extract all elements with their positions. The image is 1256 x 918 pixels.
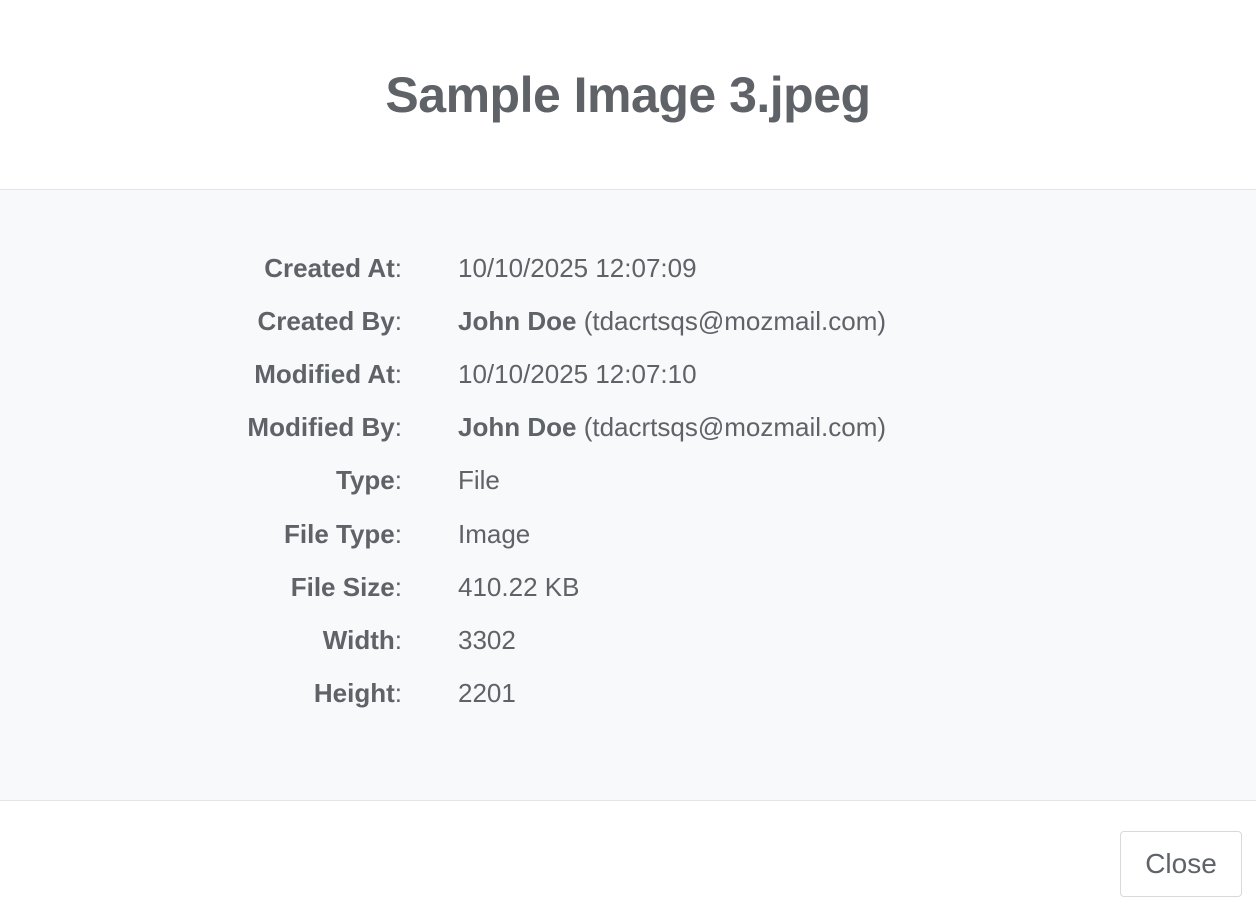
detail-label: Height:: [313, 677, 402, 708]
dialog-footer: Close: [0, 801, 1256, 917]
detail-label: Width:: [322, 624, 402, 655]
detail-label: Created By:: [257, 306, 402, 337]
detail-row-file-size: File Size: 410.22 KB: [0, 561, 1256, 614]
detail-label: Modified By:: [247, 412, 402, 443]
detail-label: Type:: [336, 465, 402, 496]
detail-row-height: Height: 2201: [0, 667, 1256, 720]
detail-value: Image: [458, 518, 531, 549]
details-panel: Created At: 10/10/2025 12:07:09 Created …: [0, 190, 1256, 801]
user-email: (tdacrtsqs@mozmail.com): [583, 306, 887, 337]
detail-row-modified-at: Modified At: 10/10/2025 12:07:10: [0, 348, 1256, 401]
detail-value: File: [458, 465, 500, 496]
user-email: (tdacrtsqs@mozmail.com): [583, 412, 887, 443]
detail-row-modified-by: Modified By: John Doe (tdacrtsqs@mozmail…: [0, 401, 1256, 454]
user-name: John Doe: [458, 412, 577, 443]
detail-label: Modified At:: [254, 359, 402, 390]
detail-value: 3302: [458, 624, 516, 655]
dialog-title: Sample Image 3.jpeg: [385, 66, 871, 123]
detail-value: 410.22 KB: [458, 571, 580, 602]
detail-label: File Size:: [290, 571, 402, 602]
user-name: John Doe: [458, 306, 577, 337]
detail-value: 10/10/2025 12:07:09: [458, 253, 697, 284]
detail-row-created-at: Created At: 10/10/2025 12:07:09: [0, 242, 1256, 295]
dialog-header: Sample Image 3.jpeg: [0, 0, 1256, 190]
detail-value: 2201: [458, 677, 516, 708]
detail-label: Created At:: [264, 253, 402, 284]
detail-row-created-by: Created By: John Doe (tdacrtsqs@mozmail.…: [0, 295, 1256, 348]
detail-value: John Doe (tdacrtsqs@mozmail.com): [458, 306, 886, 337]
detail-row-width: Width: 3302: [0, 614, 1256, 667]
detail-row-file-type: File Type: Image: [0, 507, 1256, 560]
detail-value: John Doe (tdacrtsqs@mozmail.com): [458, 412, 886, 443]
detail-label: File Type:: [283, 518, 402, 549]
detail-row-type: Type: File: [0, 454, 1256, 507]
detail-value: 10/10/2025 12:07:10: [458, 359, 697, 390]
close-button[interactable]: Close: [1120, 831, 1242, 897]
file-details-dialog: Sample Image 3.jpeg Created At: 10/10/20…: [0, 0, 1256, 918]
